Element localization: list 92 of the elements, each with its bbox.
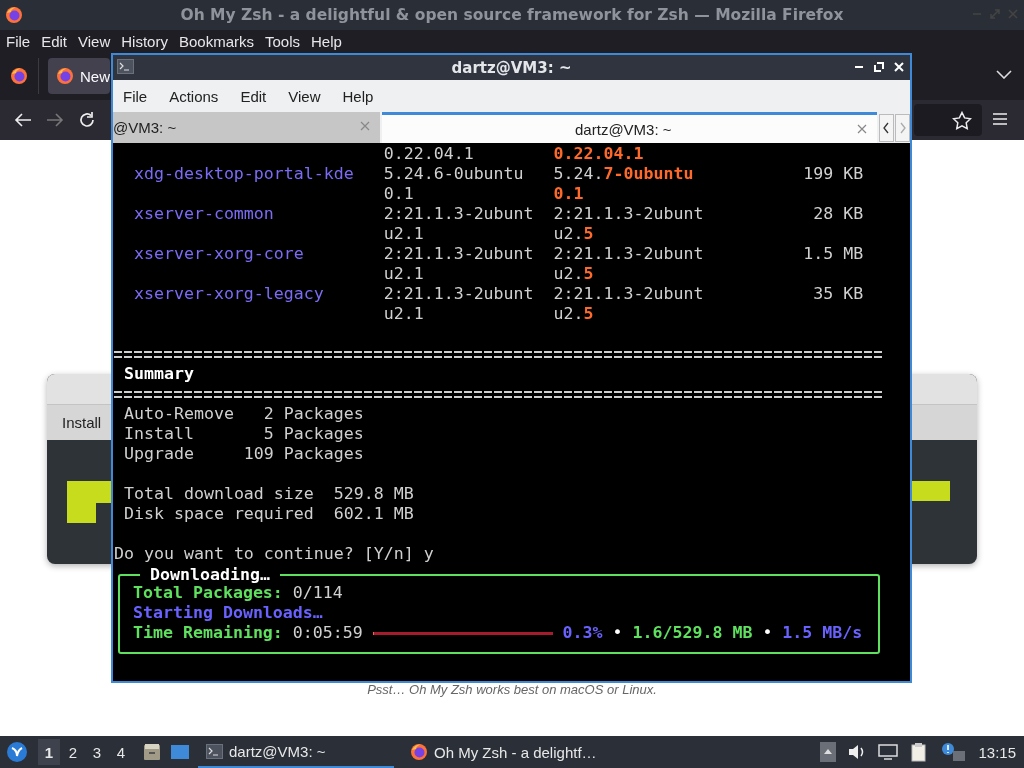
menu-item[interactable]: Help [342,87,374,105]
terminal-icon [206,743,223,759]
current-version: 5.24.6-0ubuntu0.1 [383,164,525,204]
package-name: xserver-xorg-core [133,244,305,265]
progress-label: Time Remaining: [133,623,283,643]
notification-icon[interactable] [940,742,967,762]
separator-dot: • [612,623,623,643]
percent-text: 0.3% [562,623,603,643]
package-size: 199 KB [802,164,864,185]
size-value: 529.8 MB [333,484,415,504]
browser-tab[interactable]: New [48,58,110,94]
workspace-button[interactable]: 2 [62,739,84,765]
reload-icon[interactable] [78,111,96,129]
new-version: 2:21.1.3-2ubuntu2.5 [553,204,705,244]
count-unit: Packages [282,404,365,424]
start-menu-icon[interactable] [6,741,28,763]
footnote-text: Psst… Oh My Zsh works best on macOS or Linux. [366,682,658,697]
firefox-icon [410,743,428,761]
separator-dot: • [762,623,773,643]
back-icon[interactable] [14,112,32,128]
package-count: 2 [262,404,274,424]
firefox-icon[interactable] [10,67,28,85]
package-count: 109 [242,444,274,464]
new-version: 0.22.04.1 [553,144,645,164]
firefox-icon [5,6,23,24]
menu-item[interactable]: Tools [265,32,300,50]
count-unit: Packages [282,424,365,444]
taskbar-task[interactable]: Oh My Zsh - a delightf… [402,736,605,768]
monitor-icon[interactable] [878,744,899,760]
terminal-tab[interactable]: dartz@VM3: ~ [381,112,877,143]
menu-item[interactable]: History [121,32,168,50]
size-value: 602.1 MB [333,504,415,524]
menu-item[interactable]: File [6,32,31,50]
package-name: xserver-common [133,204,275,225]
menu-item[interactable]: Edit [41,32,68,50]
progress-label: Total Packages: [133,583,283,603]
menu-item[interactable]: View [288,87,321,105]
forward-icon [46,112,64,128]
menu-item[interactable]: Edit [240,87,267,105]
workspace-button[interactable]: 1 [38,739,60,765]
banner-block [912,481,950,501]
menu-item[interactable]: Actions [169,87,219,105]
current-version: 2:21.1.3-2ubuntu2.1 [383,244,535,284]
scroll-left-icon[interactable] [879,113,894,142]
taskbar-task[interactable]: dartz@VM3: ~ [198,736,394,768]
window-title: Oh My Zsh - a delightful & open source framework for Zsh — Mozilla Firefox [179,6,845,24]
status-text: Starting Downloads… [133,603,324,623]
current-version: 2:21.1.3-2ubuntu2.1 [383,284,535,324]
card-heading: Install [62,414,102,431]
package-size: 35 KB [812,284,864,305]
summary-label: Upgrade [124,444,195,464]
menu-item[interactable]: Help [311,32,342,50]
star-icon[interactable] [952,110,972,130]
terminal-tab[interactable]: @VM3: ~ [113,112,380,143]
current-version: 2:21.1.3-2ubuntu2.1 [383,204,535,244]
menu-item[interactable]: File [123,87,148,105]
progress-value: 0:05:59 [292,623,363,643]
transferred-text: 1.6/529.8 MB [632,623,753,643]
prompt-text: Do you want to continue? [Y/n] [114,544,414,564]
terminal-icon [117,59,134,74]
new-version: 2:21.1.3-2ubuntu2.5 [553,244,705,284]
count-unit: Packages [282,444,365,464]
speed-text: 1.5 MB/s [782,623,863,643]
summary-heading: Summary [123,364,195,384]
package-count: 5 [262,424,274,444]
new-version: 2:21.1.3-2ubuntu2.5 [553,284,705,324]
package-name: xdg-desktop-portal-kde [133,164,355,185]
menu-item[interactable]: Bookmarks [178,32,254,50]
menu-icon[interactable] [992,112,1008,126]
address-bar[interactable] [914,104,982,136]
new-version: 5.24.7-0ubuntu0.1 [553,164,695,204]
desktop-icon[interactable] [170,743,190,761]
file-drawer-icon[interactable] [142,742,162,762]
clock-text: 13:15 [978,743,1016,761]
current-version: 0.22.04.1 [383,144,475,164]
package-size: 1.5 MB [802,244,864,265]
package-name: xserver-xorg-legacy [133,284,325,305]
chevron-down-icon[interactable] [996,69,1012,79]
workspace-button[interactable]: 4 [110,739,132,765]
window-title: dartz@VM3: ~ [450,58,573,77]
summary-label: Total download size [124,484,315,504]
firefox-icon [56,67,74,85]
progress-value: 0/114 [292,583,343,603]
summary-label: Disk space required [124,504,315,524]
summary-label: Auto-Remove [124,404,234,424]
clipboard-icon[interactable] [910,742,929,762]
panel-title: Downloading… [140,565,280,585]
summary-label: Install [124,424,195,444]
workspace-button[interactable]: 3 [86,739,108,765]
typed-answer: y [423,544,434,564]
package-size: 28 KB [812,204,864,225]
menu-item[interactable]: View [78,32,111,50]
